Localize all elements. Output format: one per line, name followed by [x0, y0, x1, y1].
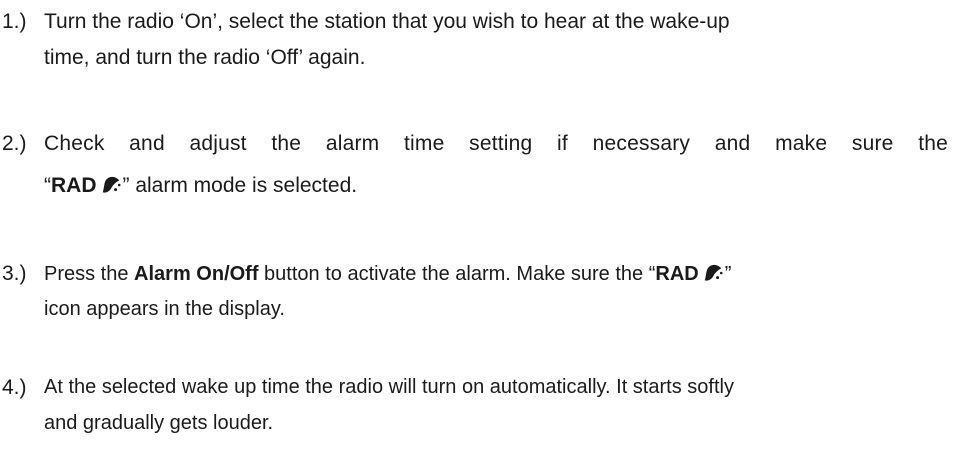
alarm-mode-label: RAD: [51, 174, 97, 197]
step-text-line-1: Turn the radio ‘On’, select the station …: [44, 10, 730, 33]
step-number: 2.): [2, 132, 27, 155]
step-text-line-1: Check and adjust the alarm time setting …: [44, 132, 948, 155]
alarm-mode-label: RAD: [655, 263, 699, 285]
step-text-tail: ” alarm mode is selected.: [122, 174, 358, 197]
bell-alarm-icon: [102, 176, 121, 193]
close-quote: ”: [724, 263, 732, 285]
step-text-line-1: Press the Alarm On/Off button to activat…: [44, 262, 731, 286]
step-text-segment: button to activate the alarm. Make sure …: [258, 263, 656, 285]
step-number: 4.): [2, 376, 27, 399]
step-text-line-2: and gradually gets louder.: [44, 412, 274, 434]
step-text-segment: Press the: [44, 263, 135, 285]
step-text-line-1: At the selected wake up time the radio w…: [44, 376, 734, 398]
alarm-button-label: Alarm On/Off: [134, 263, 259, 285]
open-quote: “: [44, 174, 51, 197]
step-text-line-2: “RAD ” alarm mode is selected.: [44, 174, 357, 198]
step-number: 1.): [2, 10, 27, 33]
step-text-line-2: icon appears in the display.: [44, 298, 285, 320]
bell-alarm-icon: [704, 264, 723, 281]
step-number: 3.): [2, 262, 27, 285]
step-text-line-2: time, and turn the radio ‘Off’ again.: [44, 46, 366, 69]
